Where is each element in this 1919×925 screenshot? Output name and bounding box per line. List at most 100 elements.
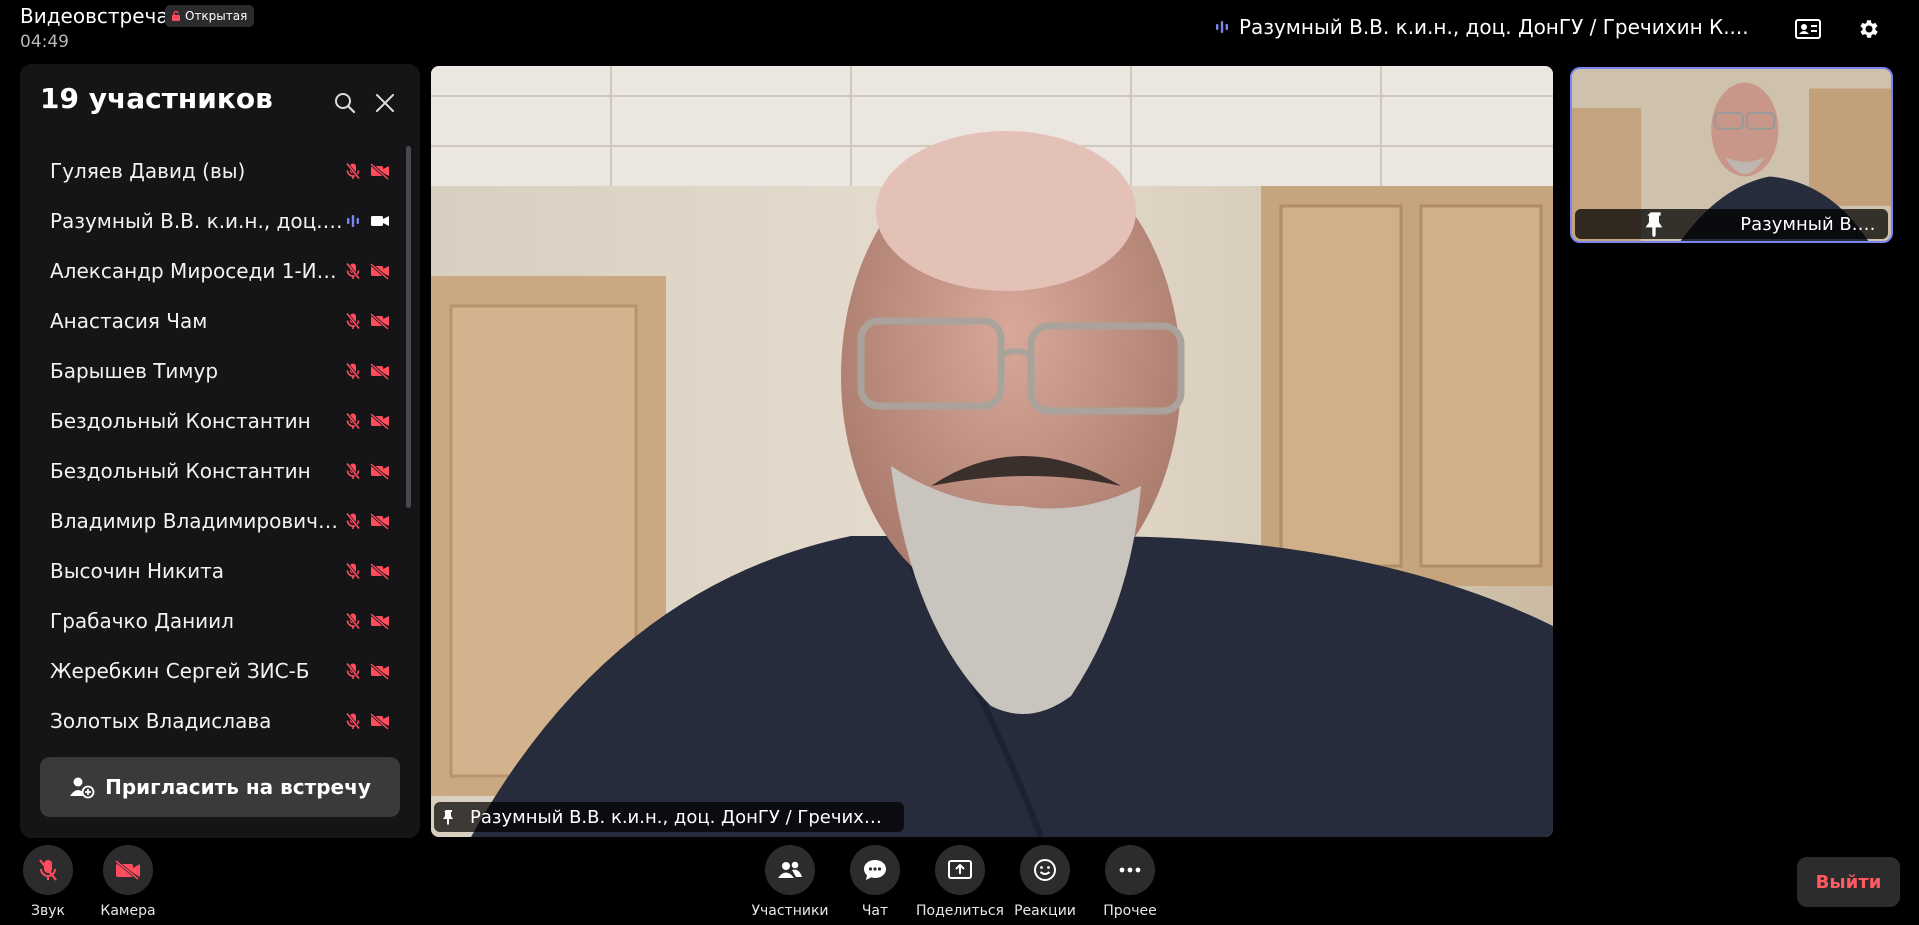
gear-icon xyxy=(1860,20,1878,38)
participant-row[interactable]: Владимир Владимирович В... xyxy=(20,496,400,546)
active-speaker-name: Разумный В.В. к.и.н., доц. ДонГУ / Гречи… xyxy=(1239,15,1749,39)
contact-card-icon xyxy=(1795,19,1821,39)
camera-control[interactable]: Камера xyxy=(88,845,168,919)
share-screen-icon xyxy=(948,860,972,879)
search-participants-button[interactable] xyxy=(330,88,360,118)
more-label: Прочее xyxy=(1103,903,1157,919)
reactions-button[interactable] xyxy=(1020,845,1070,895)
sound-label: Звук xyxy=(31,903,65,919)
mic-off-icon xyxy=(344,712,362,730)
chat-label: Чат xyxy=(861,903,889,919)
participant-row[interactable]: Гуляев Давид (вы) xyxy=(20,146,400,196)
share-button[interactable] xyxy=(935,845,985,895)
people-icon xyxy=(778,861,802,878)
mic-off-icon xyxy=(344,162,362,180)
thumbnail-name: Разумный В.В. к.и.н., доц. ... xyxy=(1740,213,1876,235)
participants-control[interactable]: Участники xyxy=(750,845,830,919)
participant-name: Гуляев Давид (вы) xyxy=(50,159,246,183)
more-control[interactable]: Прочее xyxy=(1090,845,1170,919)
camera-on-icon xyxy=(370,212,390,230)
participant-row[interactable]: Золотых Владислава xyxy=(20,696,400,746)
participant-name: Бездольный Константин xyxy=(50,409,311,433)
camera-off-icon xyxy=(370,562,390,581)
mic-off-icon xyxy=(344,562,362,580)
camera-label: Камера xyxy=(100,903,156,919)
participants-panel: 19 участников Гуляев Давид (вы) Разумный … xyxy=(20,64,420,838)
participant-row[interactable]: Бездольный Константин xyxy=(20,396,400,446)
participant-name: Барышев Тимур xyxy=(50,359,219,383)
main-video-tile[interactable]: Разумный В.В. к.и.н., доц. ДонГУ / Гречи… xyxy=(431,66,1553,837)
main-video-name-label: Разумный В.В. к.и.н., доц. ДонГУ / Гречи… xyxy=(434,802,904,832)
camera-off-icon xyxy=(370,412,390,431)
chat-control[interactable]: Чат xyxy=(835,845,915,919)
participant-row[interactable]: Анастасия Чам xyxy=(20,296,400,346)
participant-row[interactable]: Александр Мироседи 1-ИС-А xyxy=(20,246,400,296)
mic-off-icon xyxy=(344,612,362,630)
participant-name: Владимир Владимирович В... xyxy=(50,509,344,533)
participant-name: Высочин Никита xyxy=(50,559,225,583)
participant-row[interactable]: Грабачко Даниил xyxy=(20,596,400,646)
camera-off-icon xyxy=(370,162,390,181)
smile-icon xyxy=(1034,859,1056,881)
mic-off-icon xyxy=(344,412,362,430)
invite-button[interactable]: Пригласить на встречу xyxy=(40,757,400,817)
camera-off-icon xyxy=(370,362,390,381)
speaker-video-frame xyxy=(431,66,1553,837)
speaking-indicator-icon xyxy=(1216,21,1228,33)
participant-row[interactable]: Высочин Никита xyxy=(20,546,400,596)
close-panel-button[interactable] xyxy=(370,88,400,118)
share-control[interactable]: Поделиться xyxy=(916,845,1004,919)
mic-off-icon xyxy=(344,512,362,530)
camera-off-icon xyxy=(370,512,390,531)
camera-off-icon xyxy=(370,312,390,331)
participant-row[interactable]: Барышев Тимур xyxy=(20,346,400,396)
mic-off-icon xyxy=(344,262,362,280)
participants-list: Гуляев Давид (вы) Разумный В.В. к.и.н., д… xyxy=(20,146,400,796)
pin-icon xyxy=(443,810,453,825)
meeting-title: Видеовстреча xyxy=(20,4,169,28)
participant-row[interactable]: Разумный В.В. к.и.н., доц. ... xyxy=(20,196,400,246)
reactions-control[interactable]: Реакции xyxy=(1005,845,1085,919)
participant-name: Грабачко Даниил xyxy=(50,609,234,633)
mic-off-icon xyxy=(344,662,362,680)
camera-off-icon xyxy=(115,859,140,881)
camera-off-icon xyxy=(370,462,390,481)
share-label: Поделиться xyxy=(916,903,1004,919)
active-speaker: Разумный В.В. к.и.н., доц. ДонГУ / Гречи… xyxy=(1215,15,1749,39)
meeting-access-badge: Открытая xyxy=(165,5,255,27)
camera-button[interactable] xyxy=(103,845,153,895)
main-video-name: Разумный В.В. к.и.н., доц. ДонГУ / Гречи… xyxy=(470,806,890,828)
participant-row[interactable]: Бездольный Константин xyxy=(20,446,400,496)
participant-name: Александр Мироседи 1-ИС-А xyxy=(50,259,344,283)
participants-label: Участники xyxy=(751,903,829,919)
camera-off-icon xyxy=(370,712,390,731)
participants-scrollbar[interactable] xyxy=(406,146,411,508)
reactions-label: Реакции xyxy=(1014,903,1076,919)
sound-control[interactable]: Звук xyxy=(8,845,88,919)
mic-speaking-icon xyxy=(344,212,362,230)
more-dots-icon xyxy=(1119,867,1141,873)
badge-label: Открытая xyxy=(185,9,248,23)
pin-icon xyxy=(1645,212,1663,238)
settings-button[interactable] xyxy=(1851,12,1887,46)
close-icon xyxy=(376,94,394,112)
mic-off-icon xyxy=(344,362,362,380)
participant-name: Золотых Владислава xyxy=(50,709,272,733)
sound-button[interactable] xyxy=(23,845,73,895)
mic-off-icon xyxy=(39,859,57,881)
camera-off-icon xyxy=(370,262,390,281)
layout-button[interactable] xyxy=(1790,12,1826,46)
mic-off-icon xyxy=(344,462,362,480)
lock-open-icon xyxy=(172,11,180,21)
camera-off-icon xyxy=(370,612,390,631)
search-icon xyxy=(335,93,356,114)
self-preview-tile[interactable]: Разумный В.В. к.и.н., доц. ... xyxy=(1570,67,1893,243)
participant-row[interactable]: Жеребкин Сергей ЗИС-Б xyxy=(20,646,400,696)
participants-button[interactable] xyxy=(765,845,815,895)
chat-button[interactable] xyxy=(850,845,900,895)
meeting-timer: 04:49 xyxy=(20,32,69,52)
participant-name: Анастасия Чам xyxy=(50,309,208,333)
more-button[interactable] xyxy=(1105,845,1155,895)
exit-button[interactable]: Выйти xyxy=(1797,857,1900,907)
camera-off-icon xyxy=(370,662,390,681)
